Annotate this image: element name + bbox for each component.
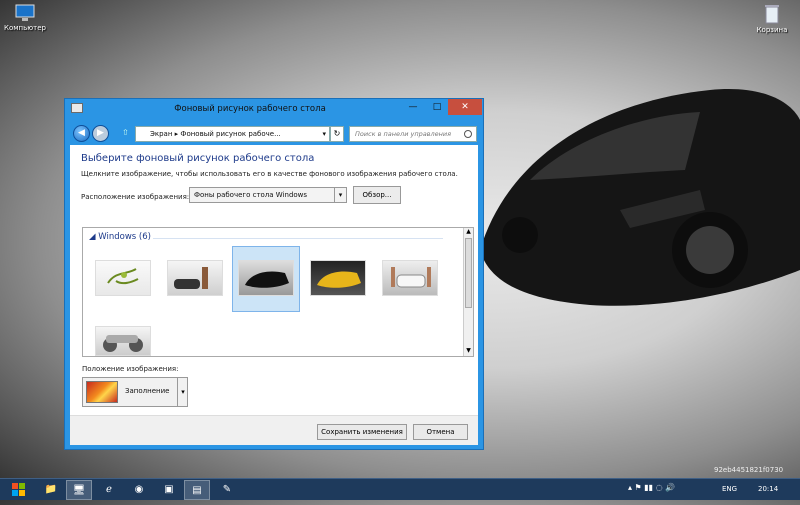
white-car-thumbnail-icon [391,267,431,288]
windows-logo-icon [12,483,25,496]
taskbar-control-panel[interactable]: 🖥 [66,480,92,500]
desktop-icon-label: Корзина [756,26,788,34]
gallery-scrollbar[interactable]: ▲ ▼ [463,228,473,356]
page-description: Щелкните изображение, чтобы использовать… [81,170,458,178]
clock[interactable]: 20:14 [758,485,778,493]
desktop-icon-computer[interactable]: Компьютер [0,4,50,32]
start-button[interactable] [4,480,34,500]
cancel-button[interactable]: Отмена [413,424,468,440]
chevron-down-icon[interactable]: ▾ [322,127,326,141]
maximize-button[interactable]: □ [425,99,449,115]
desktop-icon-recycle-bin[interactable]: Корзина [747,4,797,34]
yellow-car-thumbnail-icon [317,271,361,288]
browse-button[interactable]: Обзор... [353,186,401,204]
taskbar-app-7[interactable]: ✎ [214,480,240,500]
desktop-icon-label: Компьютер [4,24,46,32]
search-icon [464,130,472,138]
wallpaper-gallery: ◢ Windows (6) ▲ ▼ [82,227,474,357]
position-value: Заполнение [125,387,170,395]
computer-icon [15,4,35,21]
watermark: 92eb4451821f0730 [714,466,784,474]
desktop-wallpaper-car [480,89,800,306]
save-button[interactable]: Сохранить изменения [317,424,407,440]
paint-icon: ✎ [222,484,232,495]
window-title: Фоновый рисунок рабочего стола [174,104,326,114]
language-indicator[interactable]: ENG [722,485,737,493]
position-label: Положение изображения: [82,365,179,373]
silver-car-thumbnail-icon [103,335,143,352]
breadcrumb-root[interactable]: Экран [150,130,172,138]
wallpaper-thumbnail[interactable] [95,326,151,356]
minimize-button[interactable]: — [401,99,425,115]
position-select[interactable]: Заполнение ▾ [82,377,188,407]
up-icon[interactable]: ⇧ [122,128,129,137]
back-button[interactable]: ◀ [73,125,90,142]
page-title: Выберите фоновый рисунок рабочего стола [81,153,315,164]
wallpaper-thumbnail[interactable] [167,260,223,296]
tray-icons[interactable]: ▴ ⚑ ▮▮ ◌ 🔊 [628,483,675,492]
recycle-bin-icon [765,5,779,24]
wallpaper-thumbnail[interactable] [382,260,438,296]
close-button[interactable]: ✕ [448,99,482,115]
search-input[interactable]: Поиск в панели управления [349,126,477,142]
collapse-icon: ◢ [89,232,99,242]
desktop-background-window: Фоновый рисунок рабочего стола — □ ✕ ◀ ▶… [64,98,484,450]
scroll-up-icon[interactable]: ▲ [464,228,473,237]
fill-preview-icon [86,381,118,403]
location-label: Расположение изображения: [81,193,190,201]
control-panel-icon: 🖥 [72,485,86,496]
breadcrumb-current[interactable]: Фоновый рисунок рабоче... [180,130,280,138]
taskbar: 📁 🖥 ℯ ◉ ▣ ▤ ✎ ▴ ⚑ ▮▮ ◌ 🔊 ENG 20:14 [0,478,800,500]
title-bar[interactable]: Фоновый рисунок рабочего стола — □ ✕ [65,99,483,123]
chevron-down-icon: ▾ [334,188,346,202]
group-label: Windows (6) [98,232,151,242]
app-icon: ▣ [164,484,174,495]
group-header[interactable]: ◢ Windows (6) [89,232,151,242]
wallpaper-thumbnail-selected[interactable] [238,260,294,296]
forward-button[interactable]: ▶ [92,125,109,142]
location-select[interactable]: Фоны рабочего стола Windows ▾ [189,187,347,203]
wallpaper-thumbnail[interactable] [310,260,366,296]
taskbar-app-5[interactable]: ▣ [156,480,182,500]
wallpaper-thumbnail[interactable] [95,260,151,296]
plant-thumbnail-icon [107,268,139,285]
location-value: Фоны рабочего стола Windows [194,191,308,199]
taskbar-app-6[interactable]: ▤ [184,480,210,500]
taskbar-ie[interactable]: ℯ [96,480,122,500]
address-bar[interactable]: Экран ▸ Фоновый рисунок рабоче... ▾ [135,126,330,142]
internet-explorer-icon: ℯ [106,484,112,495]
document-icon: ▤ [192,485,202,496]
address-row: ◀ ▶ ⇧ Экран ▸ Фоновый рисунок рабоче... … [65,123,483,145]
chevron-down-icon: ▾ [177,378,188,406]
client-area: Выберите фоновый рисунок рабочего стола … [70,145,478,445]
taskbar-explorer[interactable]: 📁 [38,480,64,500]
media-icon: ◉ [134,484,144,495]
taskbar-app-4[interactable]: ◉ [126,480,152,500]
refresh-button[interactable]: ↻ [330,126,344,142]
folder-icon: 📁 [44,484,58,495]
scroll-down-icon[interactable]: ▼ [464,347,473,356]
dialog-footer: Сохранить изменения Отмена [70,415,478,445]
search-placeholder: Поиск в панели управления [355,130,452,138]
black-car-thumbnail-icon [245,271,289,288]
woman-car-thumbnail-icon [174,267,208,289]
breadcrumb: Экран ▸ Фоновый рисунок рабоче... [150,130,281,138]
scroll-thumb[interactable] [465,238,472,308]
group-divider [153,238,443,239]
